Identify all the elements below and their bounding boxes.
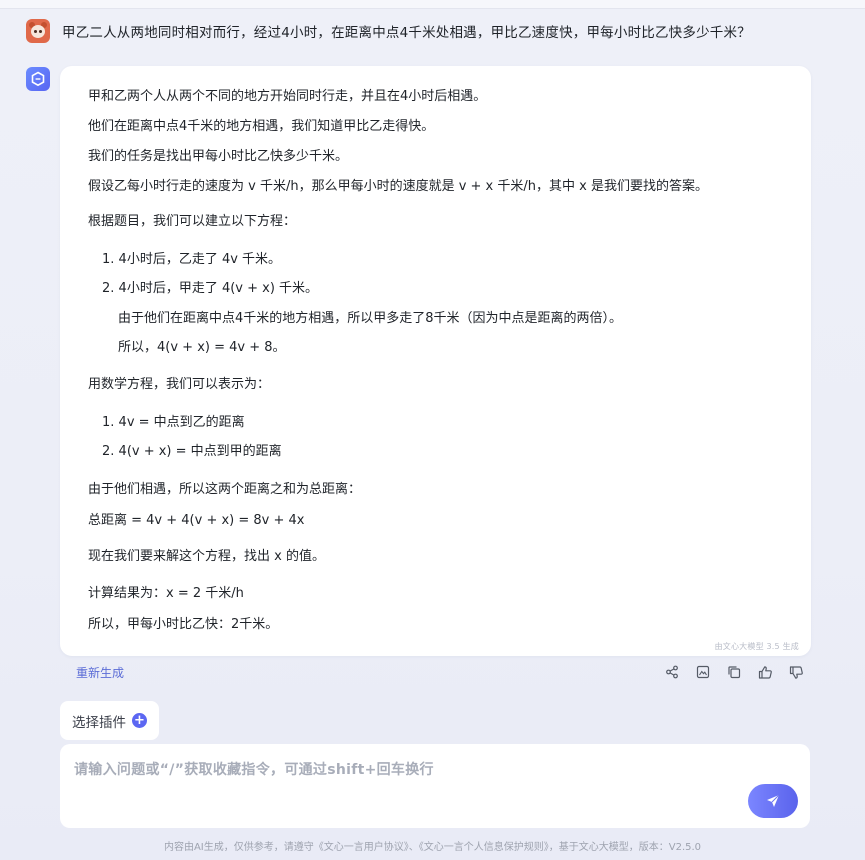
plus-icon: + <box>132 713 147 728</box>
top-bar <box>0 0 865 9</box>
regenerate-button[interactable]: 重新生成 <box>76 664 124 681</box>
input-placeholder: 请输入问题或“/”获取收藏指令，可通过shift+回车换行 <box>74 762 434 778</box>
user-message: 甲乙二人从两地同时相对而行，经过4小时，在距离中点4千米处相遇，甲比乙速度快，甲… <box>26 19 751 43</box>
thumbs-down-icon[interactable] <box>786 662 806 682</box>
send-icon <box>767 794 780 807</box>
list-text: 4v = 中点到乙的距离 <box>118 415 245 430</box>
list-text: 4小时后，甲走了 4(v + x) 千米。 <box>118 281 319 296</box>
share-icon[interactable] <box>662 662 682 682</box>
answer-paragraph: 由于他们相遇，所以这两个距离之和为总距离： <box>88 482 362 497</box>
copy-icon[interactable] <box>724 662 744 682</box>
answer-paragraph: 现在我们要来解这个方程，找出 x 的值。 <box>88 549 325 564</box>
list-item: 2. 4(v + x) = 中点到甲的距离 <box>102 443 282 461</box>
plugin-label: 选择插件 <box>72 714 126 731</box>
model-watermark: 由文心大模型 3.5 生成 <box>714 642 799 651</box>
list-text: 4小时后，乙走了 4v 千米。 <box>118 252 282 267</box>
list-subtext: 由于他们在距离中点4千米的地方相遇，所以甲多走了8千米（因为中点是距离的两倍）。 <box>118 311 623 326</box>
answer-paragraph: 我们的任务是找出甲每小时比乙快多少千米。 <box>88 149 349 164</box>
list-number: 2. <box>102 444 115 459</box>
answer-paragraph: 所以，甲每小时比乙快：2千米。 <box>88 617 279 632</box>
thumbs-up-icon[interactable] <box>755 662 775 682</box>
footer-disclaimer: 内容由AI生成，仅供参考，请遵守《文心一言用户协议》、《文心一言个人信息保护规则… <box>163 842 702 853</box>
answer-paragraph: 总距离 = 4v + 4(v + x) = 8v + 4x <box>88 513 305 528</box>
chat-input[interactable]: 请输入问题或“/”获取收藏指令，可通过shift+回车换行 <box>60 744 810 828</box>
list-number: 2. <box>102 281 115 296</box>
list-item: 2. 4小时后，甲走了 4(v + x) 千米。 <box>102 280 318 298</box>
answer-paragraph: 假设乙每小时行走的速度为 v 千米/h，那么甲每小时的速度就是 v + x 千米… <box>88 179 708 194</box>
user-avatar <box>26 19 50 43</box>
bot-avatar-icon <box>26 67 50 91</box>
list-item: 1. 4v = 中点到乙的距离 <box>102 414 245 432</box>
list-subtext: 所以，4(v + x) = 4v + 8。 <box>118 340 286 355</box>
list-number: 1. <box>102 415 115 430</box>
answer-paragraph: 计算结果为：x = 2 千米/h <box>88 586 244 601</box>
list-text: 4(v + x) = 中点到甲的距离 <box>118 444 282 459</box>
answer-paragraph: 用数学方程，我们可以表示为： <box>88 377 271 392</box>
list-number: 1. <box>102 252 115 267</box>
answer-paragraph: 甲和乙两个人从两个不同的地方开始同时行走，并且在4小时后相遇。 <box>88 89 487 104</box>
answer-paragraph: 他们在距离中点4千米的地方相遇，我们知道甲比乙走得快。 <box>88 119 435 134</box>
answer-card: 甲和乙两个人从两个不同的地方开始同时行走，并且在4小时后相遇。 他们在距离中点4… <box>60 66 811 656</box>
user-question: 甲乙二人从两地同时相对而行，经过4小时，在距离中点4千米处相遇，甲比乙速度快，甲… <box>62 25 751 41</box>
list-item: 1. 4小时后，乙走了 4v 千米。 <box>102 251 281 269</box>
image-icon[interactable] <box>693 662 713 682</box>
answer-paragraph: 根据题目，我们可以建立以下方程： <box>88 214 297 229</box>
select-plugin-button[interactable]: 选择插件 + <box>60 701 159 740</box>
answer-actions <box>662 662 817 682</box>
send-button[interactable] <box>748 784 798 818</box>
